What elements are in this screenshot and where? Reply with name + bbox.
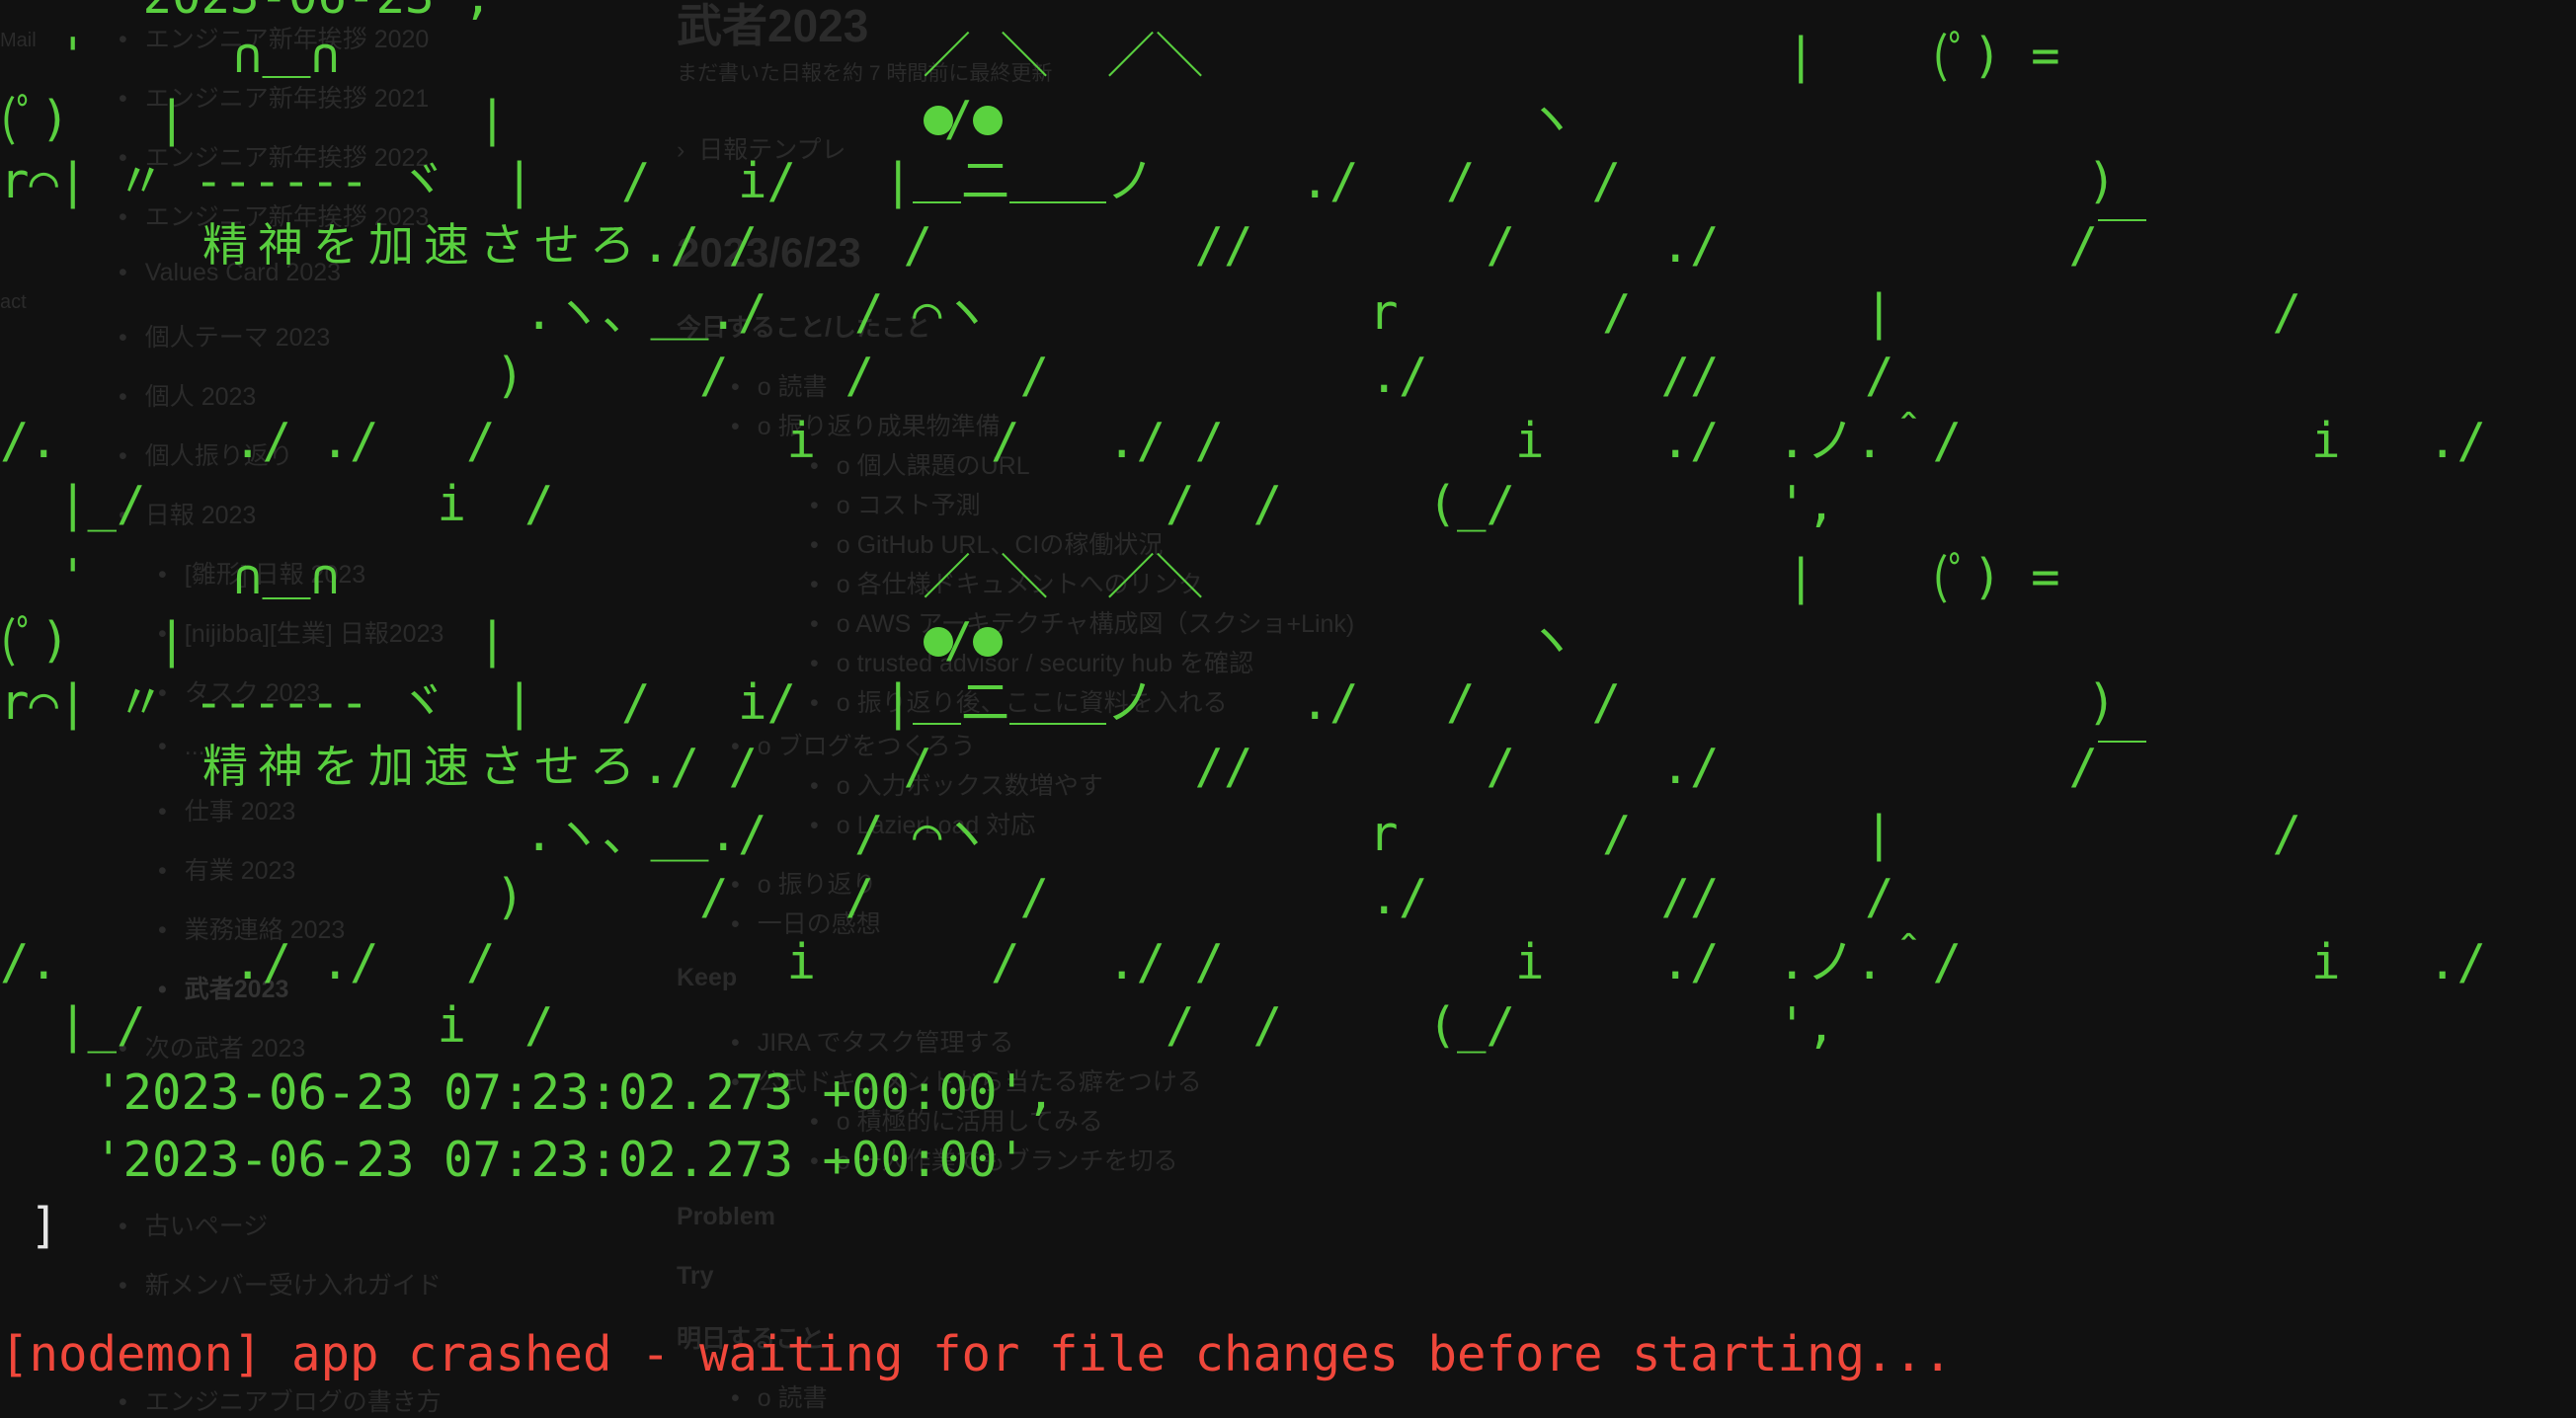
ascii-art-line: (ﾟ) | | / ヽ (0, 91, 1575, 147)
nodemon-crash-message: [nodemon] app crashed - waiting for file… (0, 1326, 1953, 1382)
ascii-art-line: /. ./ ./ / i / ./ / i ./ .ノ.＾/ i ./ (0, 413, 2487, 469)
eye-dot-icon (924, 627, 953, 657)
ascii-art-line: (ﾟ) | | / ヽ (0, 612, 1575, 669)
ascii-art-line: ) / / / ./ // / (0, 869, 1894, 925)
terminal-line: '2023-06-23', (114, 0, 493, 23)
ascii-art-line: r⌒| 〃 ------ ヾ | / i/ |＿二＿＿ノ ./ / / ) (0, 674, 2117, 731)
ascii-art-line: ./ / / // / ./ /￣ (0, 217, 2147, 274)
eye-dot-icon (924, 106, 953, 135)
ascii-art-line: .ヽ、__./ / ⌒ヽ r / | / (0, 284, 2302, 341)
terminal-output[interactable]: '2023-06-23', ' ∩＿∩ ／ ＼ ／＼ | (ﾟ) = (ﾟ) |… (0, 0, 2576, 1412)
closing-bracket: ] (30, 1198, 59, 1254)
ascii-art-line: ./ / / // / ./ /￣ (0, 739, 2147, 795)
eye-dot-icon (973, 627, 1003, 657)
ascii-art-line: r⌒| 〃 ------ ヾ | / i/ |＿二＿＿ノ ./ / / ) (0, 153, 2117, 209)
eye-dot-icon (973, 106, 1003, 135)
ascii-art-line: /. ./ ./ / i / ./ / i ./ .ノ.＾/ i ./ (0, 934, 2487, 990)
ascii-art-line: |_/ i / / / (_/ ', (0, 476, 1836, 532)
ascii-art-line: |_/ i / / / (_/ ', (0, 997, 1836, 1054)
ascii-art-line: ) / / / ./ // / (0, 348, 1894, 404)
ascii-art-line: ' ∩＿∩ ／ ＼ ／＼ | (ﾟ) = (0, 549, 2060, 605)
ascii-art-line: ' ∩＿∩ ／ ＼ ／＼ | (ﾟ) = (0, 28, 2060, 84)
timestamp-line: '2023-06-23 07:23:02.273 +00:00', (94, 1064, 1056, 1121)
ascii-art-line: .ヽ、__./ / ⌒ヽ r / | / (0, 806, 2302, 862)
timestamp-line: '2023-06-23 07:23:02.273 +00:00' (94, 1132, 1027, 1188)
